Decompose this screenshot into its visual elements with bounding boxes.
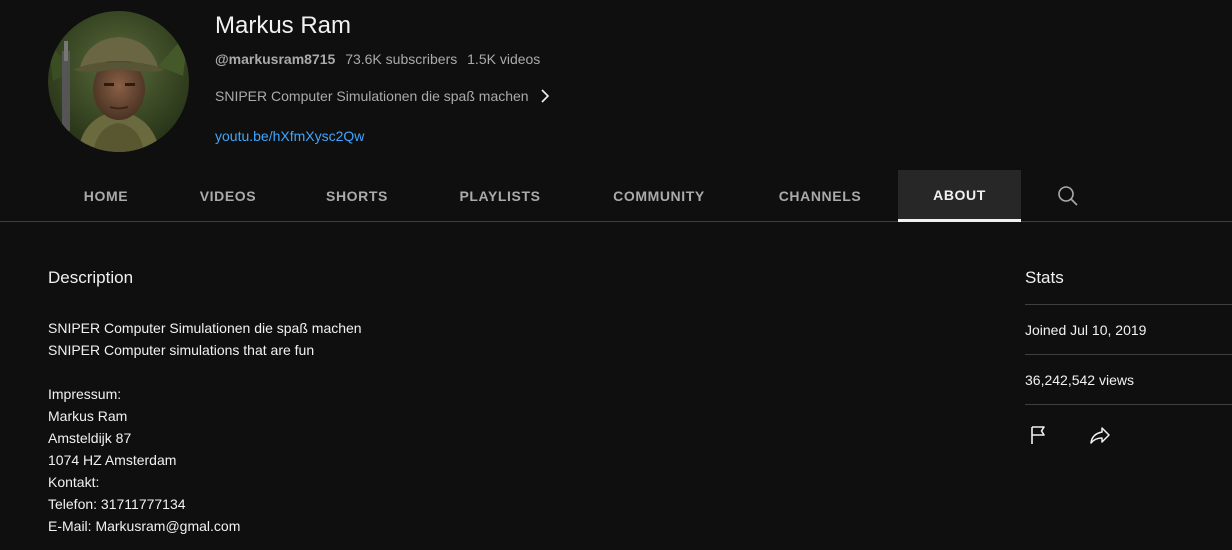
stats-panel: Stats Joined Jul 10, 2019 36,242,542 vie… bbox=[1025, 268, 1232, 464]
joined-date: Joined Jul 10, 2019 bbox=[1025, 304, 1232, 354]
stats-actions bbox=[1025, 404, 1232, 464]
channel-tabs: HOME VIDEOS SHORTS PLAYLISTS COMMUNITY C… bbox=[0, 170, 1232, 222]
tab-videos[interactable]: VIDEOS bbox=[176, 170, 280, 221]
description-text: SNIPER Computer Simulationen die spaß ma… bbox=[48, 317, 748, 537]
tab-channels[interactable]: CHANNELS bbox=[752, 170, 888, 221]
channel-avatar[interactable] bbox=[48, 11, 189, 152]
tab-community[interactable]: COMMUNITY bbox=[590, 170, 728, 221]
description-line: Kontakt: bbox=[48, 474, 100, 490]
description-line: SNIPER Computer Simulationen die spaß ma… bbox=[48, 320, 362, 336]
tab-about[interactable]: ABOUT bbox=[898, 170, 1021, 222]
channel-tagline-button[interactable]: SNIPER Computer Simulationen die spaß ma… bbox=[215, 86, 551, 106]
description-line: Telefon: 31711777134 bbox=[48, 496, 186, 512]
channel-tagline: SNIPER Computer Simulationen die spaß ma… bbox=[215, 88, 529, 104]
description-line: Markus Ram bbox=[48, 408, 128, 424]
channel-link[interactable]: youtu.be/hXfmXysc2Qw bbox=[215, 128, 364, 144]
chevron-right-icon bbox=[539, 88, 551, 104]
description-line: Amsteldijk 87 bbox=[48, 430, 132, 446]
flag-icon[interactable] bbox=[1027, 423, 1051, 447]
video-count: 1.5K videos bbox=[467, 51, 541, 67]
description-line: 1074 HZ Amsterdam bbox=[48, 452, 177, 468]
search-icon[interactable] bbox=[1056, 184, 1080, 208]
channel-meta: @markusram8715 73.6K subscribers 1.5K vi… bbox=[215, 51, 546, 67]
view-count: 36,242,542 views bbox=[1025, 354, 1232, 404]
tab-playlists[interactable]: PLAYLISTS bbox=[434, 170, 566, 221]
stats-heading: Stats bbox=[1025, 268, 1064, 287]
description-line: SNIPER Computer simulations that are fun bbox=[48, 342, 315, 358]
description-line: E-Mail: Markusram@gmal.com bbox=[48, 518, 241, 534]
channel-handle: @markusram8715 bbox=[215, 51, 336, 67]
description-line: Impressum: bbox=[48, 386, 122, 402]
description-heading: Description bbox=[48, 268, 134, 287]
tab-shorts[interactable]: SHORTS bbox=[304, 170, 410, 221]
channel-name: Markus Ram bbox=[215, 12, 352, 39]
description-line bbox=[48, 361, 748, 383]
share-icon[interactable] bbox=[1088, 423, 1112, 447]
subscriber-count: 73.6K subscribers bbox=[345, 51, 458, 67]
tab-home[interactable]: HOME bbox=[60, 170, 152, 221]
channel-about-page: Markus Ram @markusram8715 73.6K subscrib… bbox=[0, 0, 1232, 550]
